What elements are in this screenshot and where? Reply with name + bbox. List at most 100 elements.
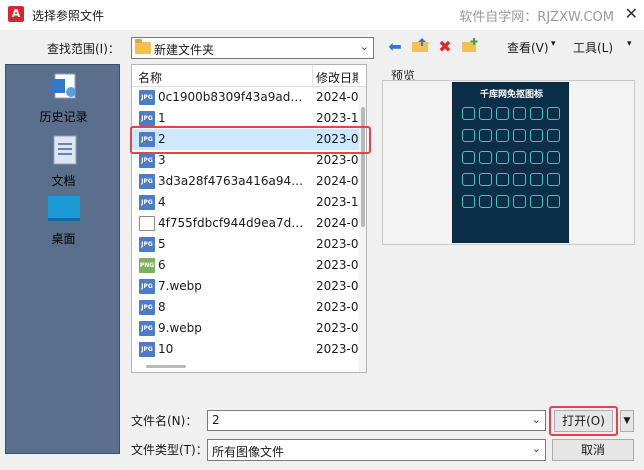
poster-glyph-icon	[513, 129, 526, 142]
poster-glyph-icon	[462, 173, 475, 186]
image-file-icon: JPG	[139, 153, 155, 168]
file-name: 0c1900b8309f43a9ad61...	[158, 90, 308, 104]
poster-glyph-icon	[513, 195, 526, 208]
chevron-down-icon[interactable]: ⌄	[532, 413, 541, 426]
desktop-icon	[47, 196, 80, 221]
image-file-icon: JPG	[139, 195, 155, 210]
poster-glyph-icon	[547, 107, 560, 120]
place-history-label: 历史记录	[39, 110, 88, 124]
look-in-label: 查找范围(I)：	[47, 42, 120, 56]
column-divider[interactable]	[312, 65, 313, 87]
file-name: 7.webp	[158, 279, 202, 293]
place-desktop[interactable]: 桌面	[6, 195, 121, 247]
close-icon[interactable]: ✕	[625, 4, 638, 23]
icon-grid	[460, 105, 564, 215]
file-date: 2023-1	[316, 195, 359, 209]
poster-glyph-icon	[547, 151, 560, 164]
file-date: 2024-0	[316, 216, 359, 230]
file-name-input[interactable]: 2 ⌄	[207, 410, 546, 431]
file-row[interactable]: JPG 7.webp 2023-0	[132, 276, 359, 297]
image-file-icon: JPG	[139, 174, 155, 189]
file-row[interactable]: 4f755fdbcf944d9ea7d6f... 2024-0	[132, 213, 359, 234]
poster-glyph-icon	[530, 107, 543, 120]
image-file-icon: JPG	[139, 321, 155, 336]
file-list-header: ^ 名称 修改日期	[132, 64, 366, 87]
column-header-date[interactable]: 修改日期	[316, 69, 358, 86]
poster-glyph-icon	[530, 129, 543, 142]
title-bar: A 选择参照文件 软件自学网：RJZXW.COM ✕	[0, 0, 644, 30]
file-date: 2024-0	[316, 90, 359, 104]
poster-glyph-icon	[462, 129, 475, 142]
delete-icon[interactable]: ✖	[435, 37, 455, 57]
image-file-icon: JPG	[139, 111, 155, 126]
poster-glyph-icon	[513, 107, 526, 120]
file-date: 2023-0	[316, 342, 359, 356]
chevron-down-icon[interactable]: ⌄	[532, 442, 541, 455]
look-in-value: 新建文件夹	[154, 43, 215, 57]
tools-dropdown-icon[interactable]: ▾	[627, 39, 632, 49]
preview-image-title: 千库网免抠图标	[479, 90, 543, 100]
highlight-selected-row	[130, 126, 371, 154]
file-list[interactable]: ^ 名称 修改日期 JPG0c1900b8309f43a9ad61...2024…	[131, 64, 367, 373]
views-dropdown-icon[interactable]: ▾	[551, 39, 556, 49]
file-name: 4	[158, 195, 166, 209]
sort-ascending-icon: ^	[216, 64, 225, 72]
file-type-label: 文件类型(T)：	[131, 443, 208, 457]
image-file-icon: JPG	[139, 342, 155, 357]
file-row[interactable]: JPG 0c1900b8309f43a9ad61... 2024-0	[132, 87, 359, 108]
back-arrow-icon[interactable]: ⬅	[385, 37, 405, 57]
poster-glyph-icon	[496, 107, 509, 120]
file-date: 2024-0	[316, 174, 359, 188]
poster-glyph-icon	[462, 107, 475, 120]
file-row[interactable]: JPG 10 2023-0	[132, 339, 359, 360]
poster-glyph-icon	[496, 195, 509, 208]
file-name: 6	[158, 258, 166, 272]
documents-icon	[53, 135, 76, 165]
place-history[interactable]: 历史记录	[6, 71, 121, 125]
file-date: 2023-0	[316, 279, 359, 293]
file-row[interactable]: JPG 9.webp 2023-0	[132, 318, 359, 339]
open-button[interactable]: 打开(O)	[554, 410, 613, 432]
poster-glyph-icon	[530, 151, 543, 164]
file-row[interactable]: PNG 6 2023-0	[132, 255, 359, 276]
file-row[interactable]: JPG 8 2023-0	[132, 297, 359, 318]
app-icon: A	[8, 6, 24, 22]
poster-glyph-icon	[479, 129, 492, 142]
poster-glyph-icon	[513, 173, 526, 186]
cancel-button[interactable]: 取消	[552, 439, 634, 461]
poster-glyph-icon	[479, 195, 492, 208]
place-documents-label: 文档	[51, 174, 76, 188]
file-row[interactable]: JPG 5 2023-0	[132, 234, 359, 255]
file-row[interactable]: JPG 4 2023-1	[132, 192, 359, 213]
poster-glyph-icon	[547, 173, 560, 186]
column-header-name[interactable]: 名称	[138, 69, 162, 86]
watermark: 软件自学网：RJZXW.COM	[459, 10, 614, 25]
views-menu[interactable]: 查看(V)	[507, 39, 549, 56]
new-folder-icon[interactable]	[460, 37, 480, 57]
chevron-down-icon: ⌄	[359, 40, 369, 53]
file-name-value: 2	[212, 413, 220, 427]
folder-up-icon[interactable]	[410, 37, 430, 57]
poster-glyph-icon	[462, 151, 475, 164]
poster-glyph-icon	[479, 107, 492, 120]
poster-glyph-icon	[496, 151, 509, 164]
file-name: 9.webp	[158, 321, 202, 335]
file-date: 2023-0	[316, 153, 359, 167]
poster-glyph-icon	[479, 151, 492, 164]
poster-glyph-icon	[547, 195, 560, 208]
history-icon	[50, 73, 76, 99]
image-file-icon: JPG	[139, 300, 155, 315]
open-options-dropdown-icon[interactable]: ▼	[620, 410, 634, 432]
poster-glyph-icon	[547, 129, 560, 142]
file-name: 3d3a28f4763a416a948a...	[158, 174, 308, 188]
tools-menu[interactable]: 工具(L)	[573, 39, 613, 56]
poster-glyph-icon	[479, 173, 492, 186]
look-in-dropdown[interactable]: 新建文件夹 ⌄	[131, 37, 374, 59]
file-date: 2023-0	[316, 300, 359, 314]
file-type-select[interactable]: 所有图像文件 ⌄	[207, 439, 546, 461]
file-row[interactable]: JPG 3d3a28f4763a416a948a... 2024-0	[132, 171, 359, 192]
place-documents[interactable]: 文档	[6, 135, 121, 189]
scrollbar-thumb[interactable]	[361, 107, 365, 227]
folder-icon	[135, 39, 151, 54]
horizontal-scrollbar[interactable]	[146, 365, 186, 368]
